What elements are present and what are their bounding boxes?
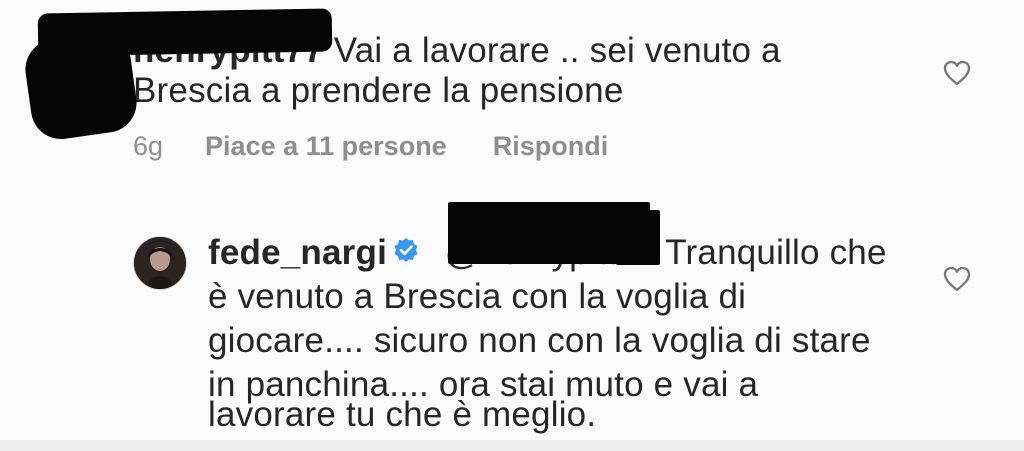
instagram-comments-screen: henrypitt77 Vai a lavorare .. sei venuto…	[0, 0, 1024, 451]
reply-mention-redaction-2	[616, 210, 660, 265]
reply-content-line1: Tranquillo che	[665, 233, 887, 272]
comment-meta-row: 6g Piace a 11 persone Rispondi	[133, 126, 608, 166]
comment-likes-link[interactable]: Piace a 11 persone	[205, 131, 447, 162]
comment-text-line2: Brescia a prendere la pensione	[133, 71, 624, 110]
bottom-divider	[0, 440, 1024, 451]
reply-username[interactable]: fede_nargi	[208, 233, 387, 272]
comment-time: 6g	[133, 130, 164, 161]
reply-text-line3: giocare.... sicuro non con la voglia di …	[208, 321, 871, 360]
reply-text-line5: lavorare tu che è meglio.	[208, 395, 597, 434]
comment-like-heart-icon[interactable]	[942, 59, 972, 87]
reply-avatar-portrait	[134, 237, 186, 289]
reply-avatar[interactable]	[133, 236, 187, 290]
comment-reply-button[interactable]: Rispondi	[493, 131, 609, 162]
comment-content-line1: Vai a lavorare .. sei venuto a	[333, 31, 781, 70]
reply-text-line2: è venuto a Brescia con la voglia di	[208, 277, 747, 316]
verified-badge-icon	[394, 238, 418, 262]
comment-avatar-redaction-2	[21, 29, 141, 143]
reply-like-heart-icon[interactable]	[942, 265, 972, 293]
